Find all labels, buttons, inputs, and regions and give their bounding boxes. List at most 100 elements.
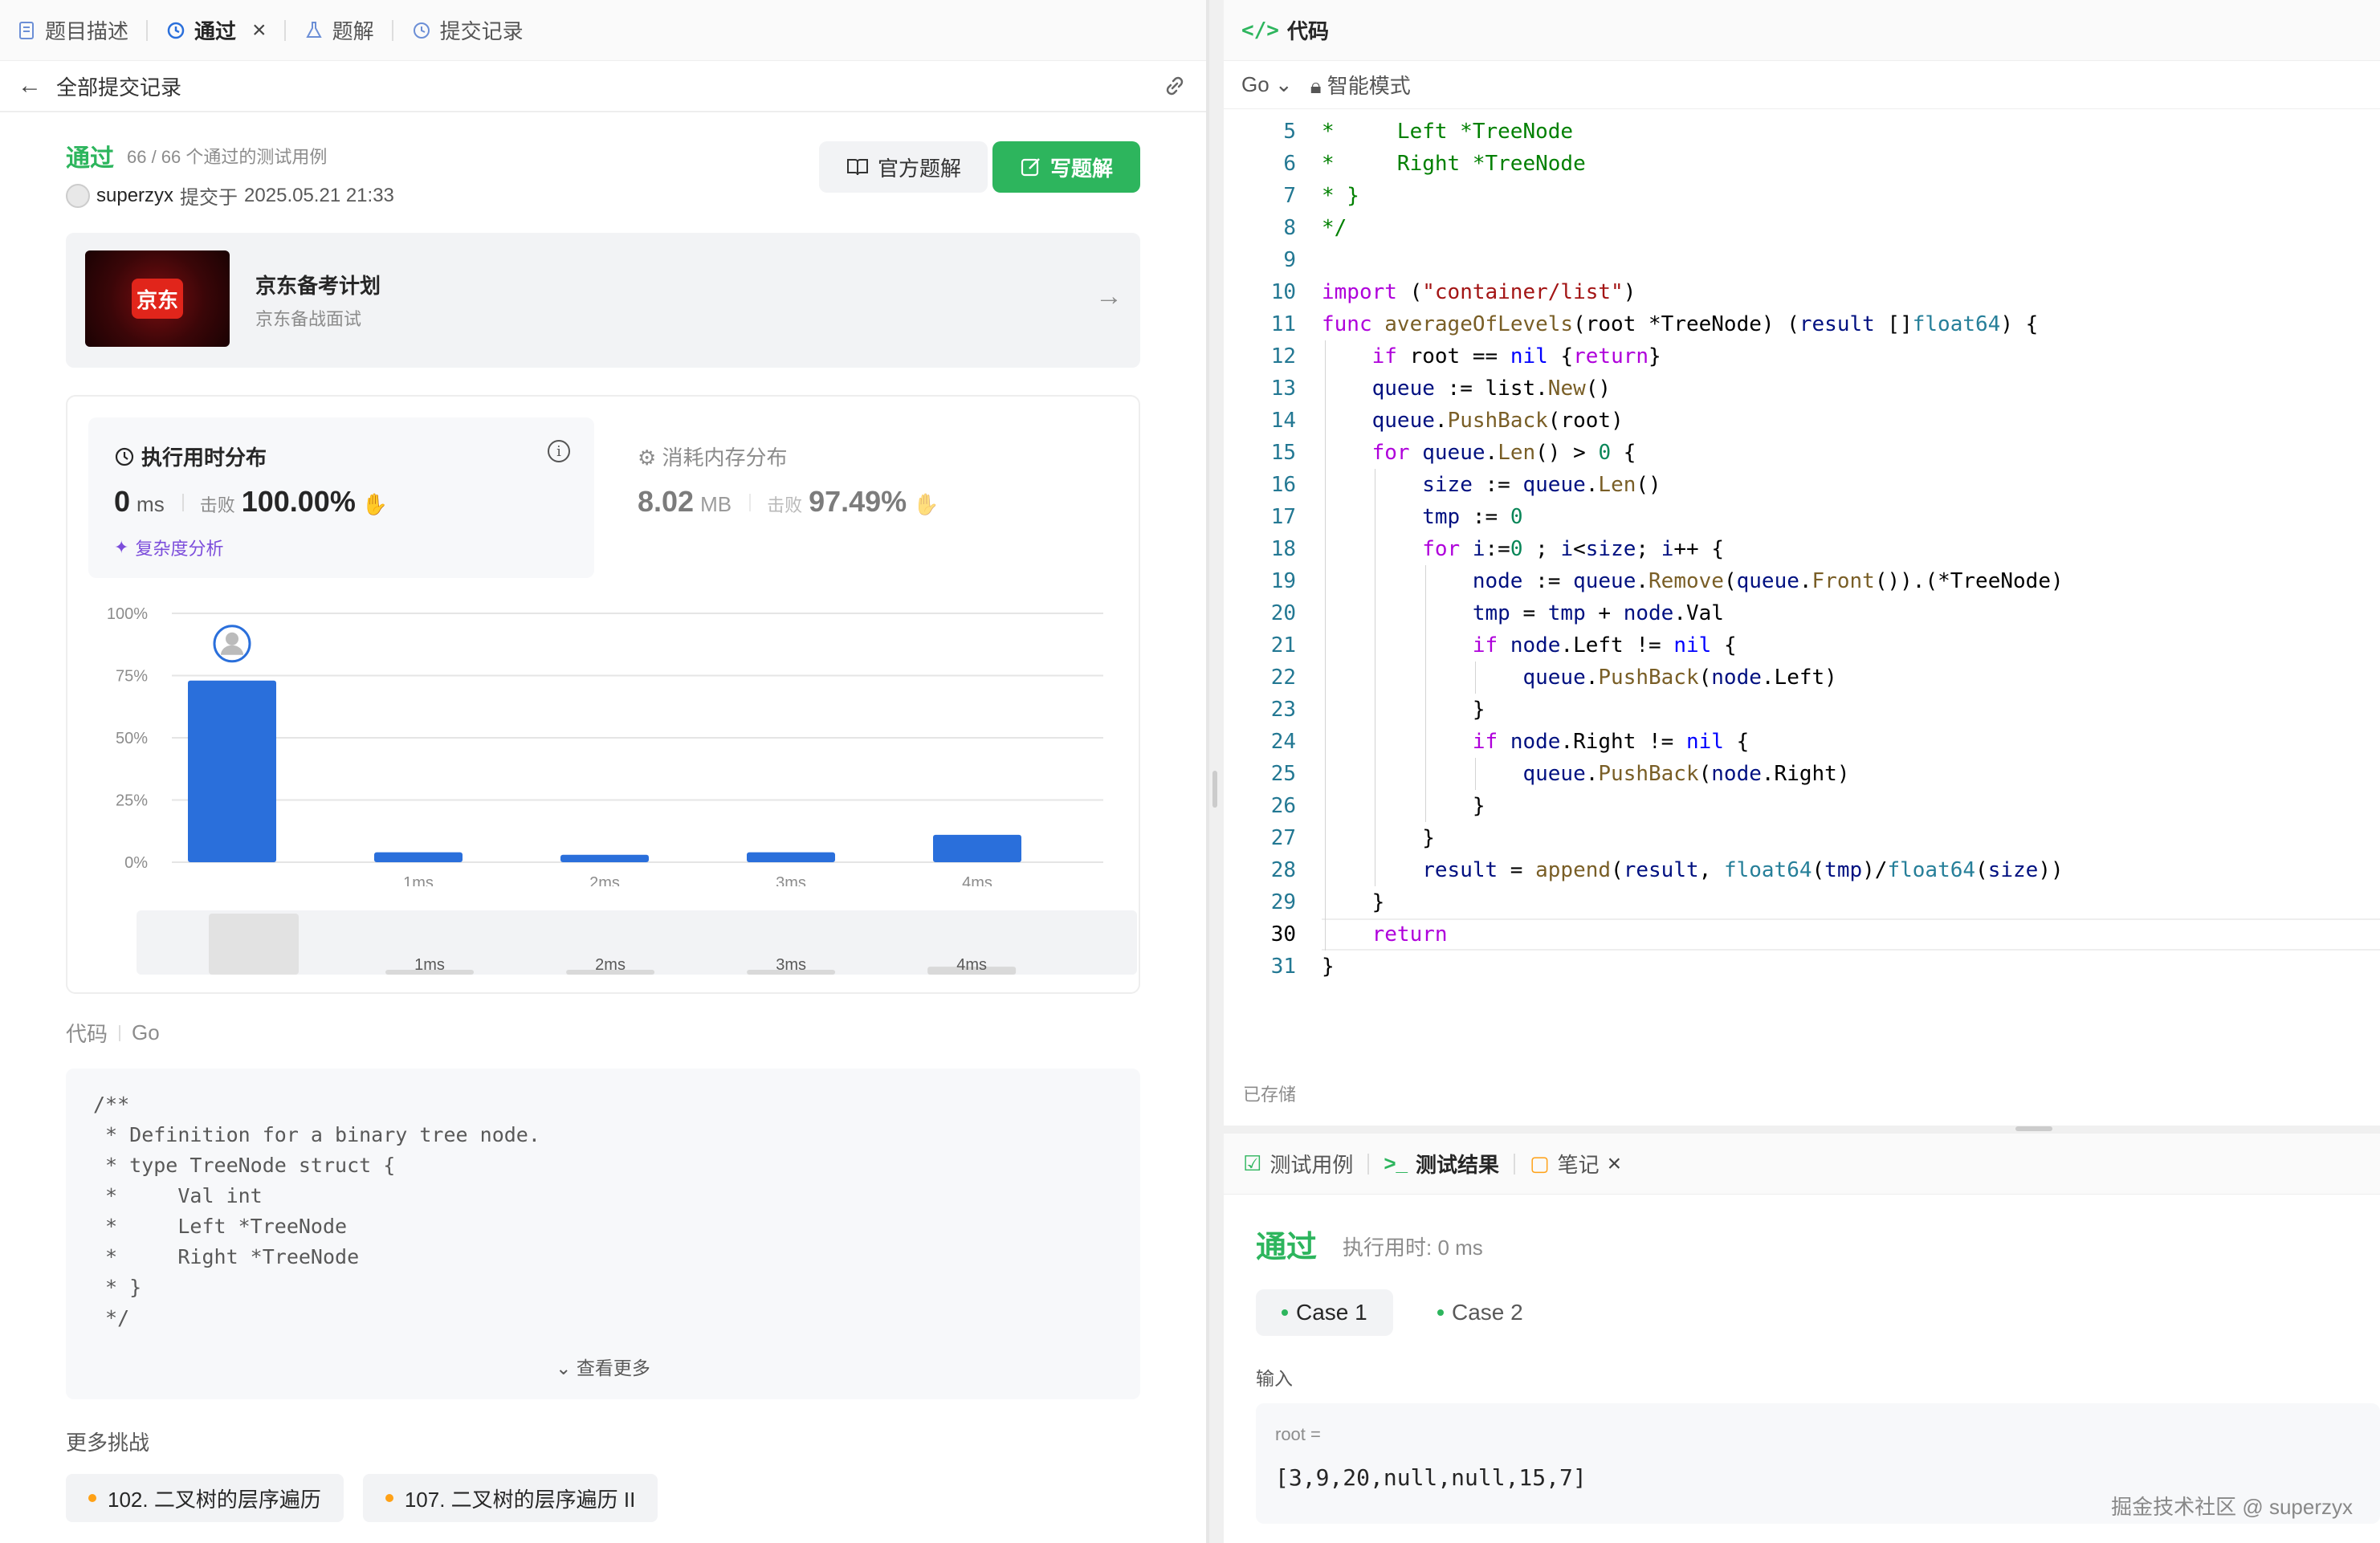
language-select[interactable]: Go ⌄	[1241, 72, 1293, 97]
code-line[interactable]: 7 * }	[1224, 180, 2380, 212]
back-label: 全部提交记录	[56, 75, 182, 100]
sparkle-icon: ✦	[114, 537, 129, 557]
overview-label: 4ms	[956, 956, 987, 974]
code-line[interactable]: 27 }	[1224, 822, 2380, 854]
code-text: if node.Right != nil {	[1472, 730, 1750, 754]
terminal-icon: >_	[1384, 1151, 1408, 1175]
code-line[interactable]: 22 queue.PushBack(node.Left)	[1224, 662, 2380, 694]
line-number: 23	[1270, 698, 1296, 722]
code-line[interactable]: 26 }	[1224, 790, 2380, 822]
code-line[interactable]: 13 queue := list.New()	[1224, 373, 2380, 405]
runtime-card[interactable]: 执行用时分布 i 0 ms 击败 100.00% ✋ ✦ 复杂度分析	[88, 417, 594, 578]
case-1-tab[interactable]: Case 1	[1256, 1289, 1393, 1336]
runtime-beat-pct: 100.00%	[241, 485, 356, 518]
x-tick-label: 4ms	[962, 874, 992, 886]
overview-window	[209, 914, 299, 975]
line-number: 17	[1270, 505, 1296, 529]
horizontal-splitter-handle[interactable]	[2015, 1126, 2052, 1131]
tab-divider	[1514, 1153, 1515, 1175]
see-more-label: 查看更多	[576, 1358, 650, 1378]
code-line[interactable]: 18 for i:=0 ; i<size; i++ {	[1224, 533, 2380, 565]
code-line[interactable]: 16 size := queue.Len()	[1224, 469, 2380, 501]
close-icon[interactable]: ×	[252, 17, 267, 44]
code-line[interactable]: 24 if node.Right != nil {	[1224, 726, 2380, 758]
line-number: 7	[1283, 184, 1296, 208]
tab-testcases-label: 测试用例	[1269, 1153, 1354, 1177]
y-tick-label: 50%	[116, 730, 148, 747]
close-icon[interactable]: ×	[1608, 1150, 1622, 1178]
submitter-info: superzyx 提交于 2025.05.21 21:33	[66, 181, 394, 210]
current-line-highlight	[1322, 918, 2380, 951]
code-line[interactable]: 15 for queue.Len() > 0 {	[1224, 437, 2380, 469]
tab-notes[interactable]: ▢ 笔记 ×	[1530, 1149, 1621, 1179]
info-icon[interactable]: i	[548, 440, 570, 462]
tab-passed[interactable]: 通过 ×	[165, 0, 284, 61]
runtime-distribution-chart[interactable]: 100% 75% 50% 25% 0% 1ms 2ms 3ms 4ms	[67, 597, 1203, 886]
input-variable: root =	[1275, 1424, 1321, 1444]
memory-title-text: 消耗内存分布	[662, 446, 788, 470]
runtime-value: 0	[114, 485, 131, 518]
code-text: node := queue.Remove(queue.Front()).(*Tr…	[1472, 569, 2064, 593]
case-2-tab[interactable]: Case 2	[1412, 1289, 1549, 1336]
code-line[interactable]: 25 queue.PushBack(node.Right)	[1224, 758, 2380, 790]
tab-submissions[interactable]: 提交记录	[411, 0, 541, 61]
username[interactable]: superzyx	[96, 185, 173, 207]
code-line[interactable]: 9	[1224, 244, 2380, 276]
checkbox-icon: ☑	[1243, 1151, 1262, 1175]
promo-banner[interactable]: 京东 京东备考计划 京东备战面试 →	[66, 233, 1140, 368]
complexity-analysis-link[interactable]: ✦ 复杂度分析	[114, 535, 223, 560]
code-line[interactable]: 28 result = append(result, float64(tmp)/…	[1224, 854, 2380, 886]
metric-divider	[181, 494, 184, 511]
line-number: 6	[1283, 152, 1296, 176]
code-line[interactable]: 20 tmp = tmp + node.Val	[1224, 597, 2380, 629]
challenge-chip[interactable]: 107. 二叉树的层序遍历 II	[362, 1474, 658, 1522]
code-line[interactable]: 19 node := queue.Remove(queue.Front()).(…	[1224, 565, 2380, 597]
code-line[interactable]: 14 queue.PushBack(root)	[1224, 405, 2380, 437]
editor-tab[interactable]: </> 代码	[1224, 0, 2380, 61]
link-icon[interactable]	[1161, 72, 1188, 100]
code-line[interactable]: 31}	[1224, 951, 2380, 983]
chart-overview-scroller[interactable]: 1ms 2ms 3ms 4ms	[137, 910, 1137, 975]
code-line[interactable]: 8 */	[1224, 212, 2380, 244]
back-to-all-submissions[interactable]: ← 全部提交记录	[18, 71, 181, 101]
avatar[interactable]	[66, 183, 90, 208]
tab-test-results[interactable]: >_ 测试结果	[1384, 1149, 1499, 1179]
code-line[interactable]: 17 tmp := 0	[1224, 501, 2380, 533]
tab-testcases[interactable]: ☑ 测试用例	[1243, 1149, 1353, 1179]
y-tick-label: 25%	[116, 792, 148, 810]
clap-icon: ✋	[913, 492, 939, 516]
smart-mode-label: 智能模式	[1327, 74, 1411, 98]
write-solution-button[interactable]: 写题解	[992, 141, 1140, 193]
code-line[interactable]: 30 return	[1224, 918, 2380, 951]
line-number: 22	[1270, 666, 1296, 690]
code-line[interactable]: 12 if root == nil {return}	[1224, 340, 2380, 373]
tab-description[interactable]: 题目描述	[16, 0, 146, 61]
vertical-splitter-handle[interactable]	[1212, 771, 1217, 808]
tab-solutions[interactable]: 题解	[304, 0, 392, 61]
code-text: * }	[1322, 184, 1359, 208]
code-line[interactable]: 5 * Left *TreeNode	[1224, 116, 2380, 148]
code-line[interactable]: 23 }	[1224, 694, 2380, 726]
y-tick-label: 0%	[124, 854, 148, 872]
code-line[interactable]: 11 func averageOfLevels(root *TreeNode) (…	[1224, 308, 2380, 340]
submission-subbar: ← 全部提交记录	[0, 61, 1206, 112]
difficulty-dot	[88, 1494, 96, 1502]
clap-icon: ✋	[361, 492, 389, 516]
code-line[interactable]: 6 * Right *TreeNode	[1224, 148, 2380, 180]
runtime-beat-label: 击败	[199, 495, 235, 515]
code-line[interactable]: 21 if node.Left != nil {	[1224, 629, 2380, 662]
official-solution-button[interactable]: 官方题解	[819, 141, 988, 193]
code-line[interactable]: 29 }	[1224, 886, 2380, 918]
line-number: 12	[1270, 344, 1296, 368]
challenge-chip[interactable]: 102. 二叉树的层序遍历	[66, 1474, 344, 1522]
smart-mode-toggle[interactable]: 🔒︎ 智能模式	[1310, 70, 1411, 100]
difficulty-dot	[385, 1494, 393, 1502]
memory-title[interactable]: ⚙ 消耗内存分布	[638, 442, 788, 471]
see-more-button[interactable]: ⌄ 查看更多	[66, 1353, 1140, 1380]
code-preview: /** * Definition for a binary tree node.…	[66, 1069, 1140, 1399]
promo-subtitle: 京东备战面试	[255, 309, 362, 329]
line-number: 27	[1270, 826, 1296, 850]
code-line[interactable]: 10 import ("container/list")	[1224, 276, 2380, 308]
code-lines[interactable]: 5 * Left *TreeNode 6 * Right *TreeNode 7 * } 8…	[1224, 116, 2380, 983]
code-lang: Go	[132, 1020, 160, 1044]
